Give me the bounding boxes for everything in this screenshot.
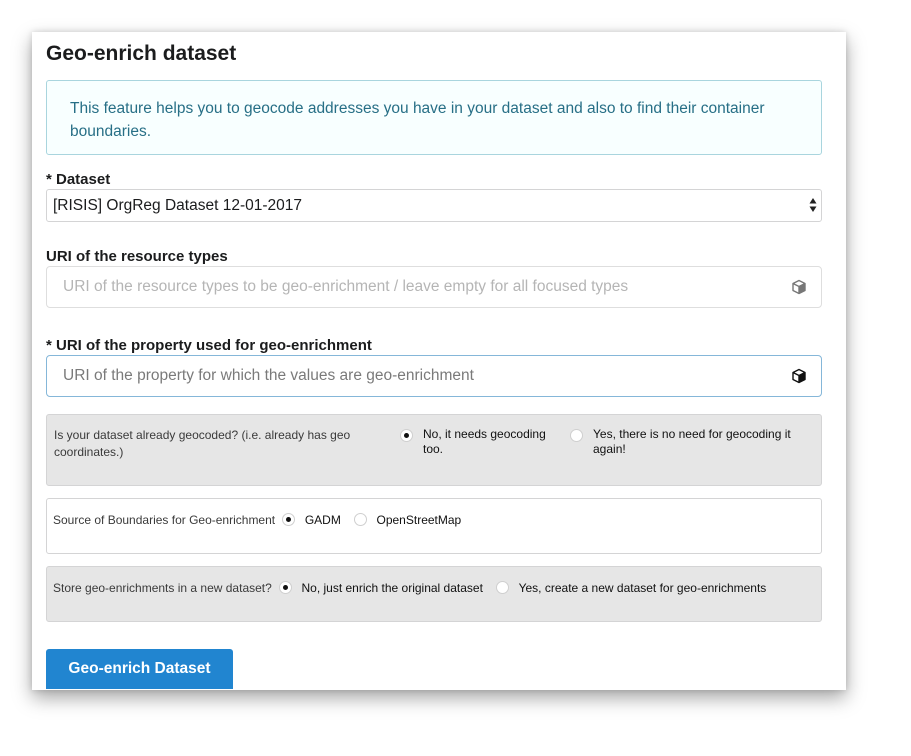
sort-arrows-icon	[809, 198, 817, 212]
property-input[interactable]: URI of the property for which the values…	[46, 355, 822, 397]
cube-icon	[792, 368, 806, 384]
boundaries-osm-label[interactable]: OpenStreetMap	[377, 513, 462, 527]
geocoded-no-radio[interactable]	[400, 429, 413, 442]
geo-enrich-button[interactable]: Geo-enrich Dataset	[46, 649, 233, 689]
page-title: Geo-enrich dataset	[46, 42, 237, 65]
geocoded-no-label[interactable]: No, it needs geocoding too.	[423, 427, 563, 457]
geocoded-segment: Is your dataset already geocoded? (i.e. …	[46, 414, 822, 486]
property-placeholder: URI of the property for which the values…	[63, 367, 474, 384]
store-yes-radio[interactable]	[496, 581, 510, 594]
boundaries-question: Source of Boundaries for Geo-enrichment …	[53, 513, 461, 527]
store-question-text: Store geo-enrichments in a new dataset?	[53, 581, 272, 595]
resource-types-input[interactable]: URI of the resource types to be geo-enri…	[46, 266, 822, 308]
info-message: This feature helps you to geocode addres…	[46, 80, 822, 155]
boundaries-osm-radio[interactable]	[354, 513, 368, 526]
boundaries-gadm-radio[interactable]	[282, 513, 296, 526]
property-label: * URI of the property used for geo-enric…	[46, 337, 372, 354]
store-no-label[interactable]: No, just enrich the original dataset	[301, 581, 482, 595]
geocoded-yes-label[interactable]: Yes, there is no need for geocoding it a…	[593, 427, 808, 457]
boundaries-question-text: Source of Boundaries for Geo-enrichment	[53, 513, 276, 527]
store-yes-label[interactable]: Yes, create a new dataset for geo-enrich…	[519, 581, 767, 595]
resource-types-label: URI of the resource types	[46, 248, 228, 265]
geocoded-yes-radio[interactable]	[570, 429, 583, 442]
geo-enrich-panel: Geo-enrich dataset This feature helps yo…	[32, 32, 846, 690]
geocoded-question: Is your dataset already geocoded? (i.e. …	[54, 428, 351, 459]
store-segment: Store geo-enrichments in a new dataset? …	[46, 566, 822, 622]
resource-types-placeholder: URI of the resource types to be geo-enri…	[63, 278, 629, 295]
store-no-radio[interactable]	[279, 581, 293, 594]
dataset-select[interactable]: [RISIS] OrgReg Dataset 12-01-2017	[46, 189, 822, 222]
boundaries-segment: Source of Boundaries for Geo-enrichment …	[46, 498, 822, 554]
boundaries-gadm-label[interactable]: GADM	[305, 513, 341, 527]
dataset-label: * Dataset	[46, 171, 111, 188]
store-question: Store geo-enrichments in a new dataset? …	[53, 581, 766, 595]
dataset-selected-value: [RISIS] OrgReg Dataset 12-01-2017	[53, 197, 302, 214]
cube-icon	[792, 279, 806, 295]
